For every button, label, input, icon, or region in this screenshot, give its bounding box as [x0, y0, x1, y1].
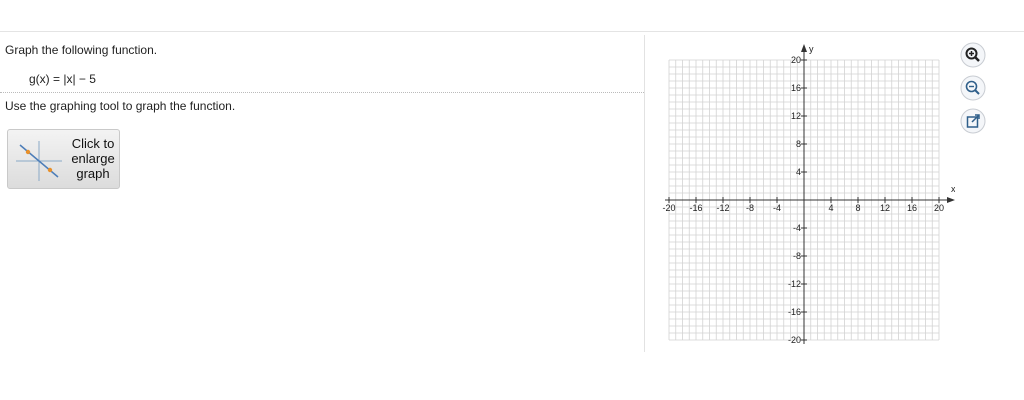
y-tick-label: -12 — [788, 279, 801, 289]
panel-divider — [644, 35, 645, 352]
y-tick-label: 4 — [796, 167, 801, 177]
y-tick-label: -8 — [793, 251, 801, 261]
x-tick-label: -8 — [746, 203, 754, 213]
function-expression: g(x) = |x| − 5 — [29, 72, 96, 86]
enlarge-line-3: graph — [76, 166, 110, 181]
y-tick-label: 16 — [791, 83, 801, 93]
zoom-in-button[interactable] — [960, 42, 986, 68]
x-axis-arrow — [947, 197, 955, 203]
y-tick-label: 8 — [796, 139, 801, 149]
graphing-area[interactable]: -20 -16 -12 -8 -4 4 8 12 16 20 20 16 12 8 4 -4 -8 -12 -16 -… — [655, 40, 955, 350]
y-tick-label: -4 — [793, 223, 801, 233]
x-tick-label: -4 — [773, 203, 781, 213]
zoom-in-icon — [960, 42, 986, 68]
y-tick-label: 12 — [791, 111, 801, 121]
enlarge-graph-label: Click to enlarge graph — [64, 136, 122, 181]
y-tick-label: 20 — [791, 55, 801, 65]
question-prompt: Graph the following function. — [5, 43, 158, 57]
x-tick-label: -16 — [689, 203, 702, 213]
tick-labels: -20 -16 -12 -8 -4 4 8 12 16 20 20 16 12 8 4 -4 -8 -12 -16 -… — [662, 44, 955, 345]
y-axis-label: y — [809, 44, 814, 54]
zoom-out-button[interactable] — [960, 75, 986, 101]
y-tick-label: -20 — [788, 335, 801, 345]
divider — [0, 92, 644, 93]
x-tick-label: 16 — [907, 203, 917, 213]
pop-out-icon — [960, 108, 986, 134]
enlarge-line-2: enlarge — [71, 151, 115, 166]
x-tick-label: -12 — [716, 203, 729, 213]
x-tick-label: 4 — [828, 203, 833, 213]
y-tick-label: -16 — [788, 307, 801, 317]
pop-out-button[interactable] — [960, 108, 986, 134]
axes — [665, 44, 955, 344]
y-axis-arrow — [801, 44, 807, 52]
enlarge-line-1: Click to — [71, 136, 115, 151]
x-tick-label: 20 — [934, 203, 944, 213]
zoom-out-icon — [960, 75, 986, 101]
instruction-text: Use the graphing tool to graph the funct… — [5, 99, 236, 113]
question-panel: Graph the following function. g(x) = |x|… — [0, 32, 644, 352]
graph-thumbnail-icon — [16, 141, 62, 181]
x-axis-label: x — [951, 184, 955, 194]
enlarge-graph-button[interactable]: Click to enlarge graph — [7, 129, 120, 189]
x-tick-label: 8 — [855, 203, 860, 213]
x-tick-label: -20 — [662, 203, 675, 213]
x-tick-label: 12 — [880, 203, 890, 213]
